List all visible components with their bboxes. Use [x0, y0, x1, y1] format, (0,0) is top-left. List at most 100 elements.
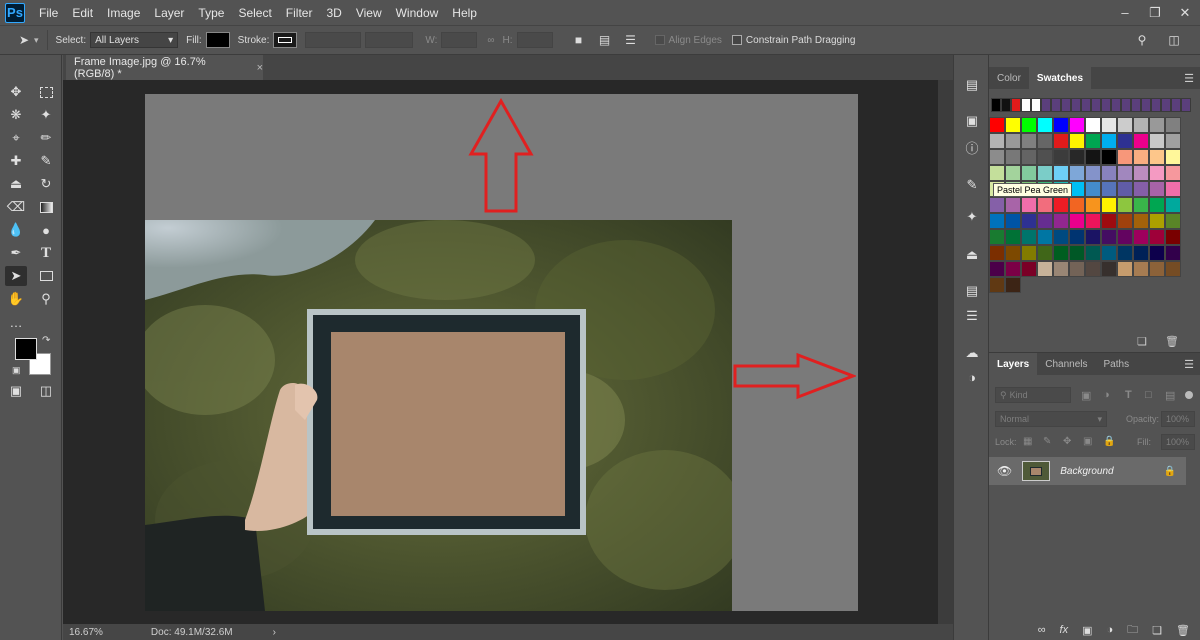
stroke-swatch[interactable]	[273, 32, 298, 48]
stroke-width-field[interactable]	[305, 32, 362, 48]
swatch[interactable]	[1149, 133, 1165, 149]
swatch[interactable]	[1005, 133, 1021, 149]
gradient-tool-icon[interactable]	[35, 197, 57, 217]
marquee-tool-icon[interactable]	[35, 82, 57, 102]
swatch[interactable]	[1085, 229, 1101, 245]
width-field[interactable]	[441, 32, 478, 48]
filter-toggle-icon[interactable]	[1185, 391, 1193, 399]
swatch[interactable]	[1069, 133, 1085, 149]
menu-layer[interactable]: Layer	[154, 6, 184, 20]
swatch[interactable]	[1165, 245, 1181, 261]
menu-filter[interactable]: Filter	[286, 6, 313, 20]
swatch[interactable]	[1053, 117, 1069, 133]
status-menu-arrow-icon[interactable]: ›	[273, 627, 276, 638]
blur-tool-icon[interactable]: 💧	[5, 220, 27, 240]
menu-type[interactable]: Type	[198, 6, 224, 20]
lock-transparent-icon[interactable]: ▦	[1023, 436, 1032, 447]
swatch[interactable]	[1149, 245, 1165, 261]
swatch[interactable]	[1117, 261, 1133, 277]
swatch[interactable]	[1085, 133, 1101, 149]
swatch[interactable]	[1133, 229, 1149, 245]
swatch[interactable]	[1069, 261, 1085, 277]
swatch[interactable]	[1165, 181, 1181, 197]
path-select-tool-icon[interactable]: ➤	[16, 32, 32, 48]
3d-panel-icon[interactable]: ▣	[962, 111, 982, 131]
swatch[interactable]	[1021, 117, 1037, 133]
swatch[interactable]	[1165, 133, 1181, 149]
history-brush-tool-icon[interactable]: ↻	[35, 174, 57, 194]
swatch[interactable]	[1149, 213, 1165, 229]
pen-tool-icon[interactable]: ✒	[5, 243, 27, 263]
history-panel-icon[interactable]: ▤	[962, 75, 982, 95]
swatch[interactable]	[1101, 213, 1117, 229]
lock-position-icon[interactable]: ✥	[1063, 436, 1071, 447]
constrain-checkbox[interactable]	[731, 35, 742, 45]
swatch[interactable]	[1101, 229, 1117, 245]
recent-swatch[interactable]	[1021, 98, 1031, 112]
rectangle-tool-icon[interactable]	[35, 266, 57, 286]
swatch[interactable]	[1133, 181, 1149, 197]
tab-color[interactable]: Color	[989, 67, 1029, 89]
folder-icon[interactable]: 🗀	[1127, 621, 1138, 640]
swatch[interactable]	[1005, 165, 1021, 181]
clone-stamp-tool-icon[interactable]: ⏏	[5, 174, 27, 194]
swatch[interactable]	[1037, 261, 1053, 277]
swatch[interactable]	[1149, 197, 1165, 213]
swatch[interactable]	[1085, 181, 1101, 197]
photo-image[interactable]	[145, 220, 732, 611]
swatch[interactable]	[1117, 229, 1133, 245]
swatch[interactable]	[989, 213, 1005, 229]
swatch[interactable]	[1021, 213, 1037, 229]
swatch[interactable]	[1053, 245, 1069, 261]
swatch[interactable]	[1165, 197, 1181, 213]
swatch[interactable]	[1005, 197, 1021, 213]
menu-help[interactable]: Help	[452, 6, 477, 20]
swatch[interactable]	[1165, 229, 1181, 245]
character-panel-icon[interactable]: ▤	[962, 281, 982, 301]
swatch[interactable]	[1165, 165, 1181, 181]
swatch[interactable]	[1053, 197, 1069, 213]
swatch[interactable]	[1085, 165, 1101, 181]
swatch[interactable]	[1133, 197, 1149, 213]
swatch[interactable]	[1149, 149, 1165, 165]
swatch[interactable]	[1117, 133, 1133, 149]
zoom-tool-icon[interactable]: ⚲	[35, 289, 57, 309]
zoom-level[interactable]: 16.67%	[69, 627, 103, 638]
more-tools-icon[interactable]: …	[5, 312, 27, 332]
swatch[interactable]	[1165, 261, 1181, 277]
new-swatch-icon[interactable]: ❏	[1137, 335, 1147, 348]
crop-tool-icon[interactable]: ⌖	[5, 128, 27, 148]
brush-presets-icon[interactable]: ✎	[962, 175, 982, 195]
menu-edit[interactable]: Edit	[72, 6, 93, 20]
recent-swatch[interactable]	[1071, 98, 1081, 112]
swatch[interactable]	[1085, 213, 1101, 229]
swatch[interactable]	[989, 165, 1005, 181]
swap-colors-icon[interactable]: ↷	[42, 335, 50, 346]
swatch[interactable]	[989, 133, 1005, 149]
swatch[interactable]	[1005, 117, 1021, 133]
swatch[interactable]	[1021, 197, 1037, 213]
swatch[interactable]	[1069, 213, 1085, 229]
menu-3d[interactable]: 3D	[326, 6, 341, 20]
swatch[interactable]	[1021, 245, 1037, 261]
workspace-icon[interactable]: ◫	[1166, 32, 1182, 48]
swatch[interactable]	[1101, 261, 1117, 277]
swatch[interactable]	[1117, 117, 1133, 133]
fill-swatch[interactable]	[205, 32, 230, 48]
move-tool-icon[interactable]: ✥	[5, 82, 27, 102]
screen-mode-icon[interactable]: ◫	[35, 381, 57, 401]
swatch[interactable]	[1069, 117, 1085, 133]
swatch[interactable]	[1117, 213, 1133, 229]
tab-swatches[interactable]: Swatches	[1028, 67, 1092, 89]
default-colors-icon[interactable]: ▣	[12, 365, 21, 376]
pixel-filter-icon[interactable]: ▣	[1081, 389, 1091, 402]
type-tool-icon[interactable]: T	[35, 243, 57, 263]
swatch[interactable]	[1005, 277, 1021, 293]
tab-paths[interactable]: Paths	[1096, 353, 1138, 375]
restore-icon[interactable]: ❐	[1140, 0, 1170, 25]
stroke-type-dropdown[interactable]	[365, 32, 414, 48]
swatch[interactable]	[1149, 261, 1165, 277]
menu-view[interactable]: View	[356, 6, 382, 20]
recent-swatch[interactable]	[1111, 98, 1121, 112]
lasso-tool-icon[interactable]: ❋	[5, 105, 27, 125]
